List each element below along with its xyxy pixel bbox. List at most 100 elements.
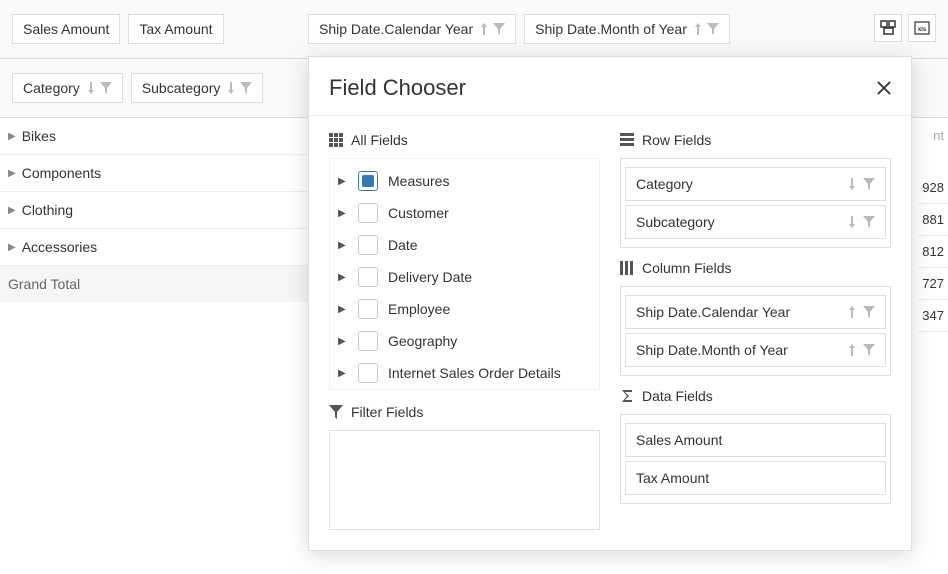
data-fields-dropzone[interactable]: Sales Amount Tax Amount	[620, 414, 891, 504]
row-chip-category[interactable]: Category	[12, 73, 123, 103]
expand-icon[interactable]: ▶	[8, 242, 16, 253]
row-header-item[interactable]: ▶Bikes	[0, 118, 308, 155]
row-header-item[interactable]: ▶Components	[0, 155, 308, 192]
tree-item[interactable]: ▶ Delivery Date	[334, 261, 595, 293]
popup-title: Field Chooser	[329, 75, 466, 101]
field-item[interactable]: Category	[625, 167, 886, 201]
checkbox[interactable]	[358, 235, 378, 255]
field-item-label: Ship Date.Calendar Year	[636, 304, 790, 320]
sort-desc-icon	[86, 82, 96, 94]
sort-asc-icon	[847, 306, 857, 318]
field-item[interactable]: Subcategory	[625, 205, 886, 239]
tree-item-label: Geography	[388, 333, 457, 349]
sort-desc-icon	[847, 178, 857, 190]
field-item[interactable]: Tax Amount	[625, 461, 886, 495]
row-fields-section: Row Fields CategorySubcategory	[620, 132, 891, 248]
expand-icon[interactable]: ▶	[8, 168, 16, 179]
section-label: Filter Fields	[351, 404, 423, 420]
all-fields-section: All Fields ▶Measures▶Customer▶Date▶Deliv…	[329, 132, 600, 390]
grand-total-row: Grand Total	[0, 266, 308, 302]
filter-fields-dropzone[interactable]	[329, 430, 600, 530]
grid-icon	[329, 133, 343, 147]
data-chip-sales[interactable]: Sales Amount	[12, 14, 120, 44]
section-label: Column Fields	[642, 260, 731, 276]
checkbox[interactable]	[358, 331, 378, 351]
filter-icon	[863, 344, 875, 356]
data-chip-tax[interactable]: Tax Amount	[128, 14, 223, 44]
filter-icon	[707, 23, 719, 35]
filter-icon	[100, 82, 112, 94]
checkbox[interactable]	[358, 171, 378, 191]
expand-icon[interactable]: ▶	[338, 336, 348, 347]
filter-icon	[329, 405, 343, 419]
close-button[interactable]	[877, 81, 891, 95]
field-chooser-popup: Field Chooser All Fields ▶Measures▶Custo…	[308, 56, 912, 551]
tree-item[interactable]: ▶Date	[334, 229, 595, 261]
tree-item-label: Internet Sales Order Details	[388, 365, 561, 381]
expand-icon[interactable]: ▶	[338, 272, 348, 283]
checkbox[interactable]	[358, 363, 378, 383]
expand-icon[interactable]: ▶	[8, 131, 16, 142]
visible-data-column: 928 881 812 727 347	[918, 172, 948, 332]
checkbox[interactable]	[358, 203, 378, 223]
column-chip-month[interactable]: Ship Date.Month of Year	[524, 14, 730, 44]
field-item-label: Sales Amount	[636, 432, 722, 448]
field-item[interactable]: Ship Date.Calendar Year	[625, 295, 886, 329]
data-fields-section: Data Fields Sales Amount Tax Amount	[620, 388, 891, 504]
checkbox[interactable]	[358, 299, 378, 319]
data-cell: 347	[918, 300, 948, 332]
expand-icon[interactable]: ▶	[338, 208, 348, 219]
expand-icon[interactable]: ▶	[338, 368, 348, 379]
sort-asc-icon	[479, 23, 489, 35]
checkbox[interactable]	[358, 267, 378, 287]
tree-item[interactable]: ▶ Geography	[334, 325, 595, 357]
row-header-item[interactable]: ▶Clothing	[0, 192, 308, 229]
sort-asc-icon	[847, 344, 857, 356]
section-label: Data Fields	[642, 388, 713, 404]
tree-item-label: Delivery Date	[388, 269, 472, 285]
close-icon	[877, 81, 891, 95]
section-label: All Fields	[351, 132, 408, 148]
row-header-item[interactable]: ▶Accessories	[0, 229, 308, 266]
filter-icon	[240, 82, 252, 94]
filter-icon	[863, 306, 875, 318]
tree-item[interactable]: ▶ Customer	[334, 197, 595, 229]
row-chip-subcategory[interactable]: Subcategory	[131, 73, 264, 103]
filter-icon	[863, 216, 875, 228]
tree-item[interactable]: ▶ Internet Sales Order Details	[334, 357, 595, 389]
columns-icon	[620, 261, 634, 275]
data-fields-area[interactable]: Sales Amount Tax Amount	[12, 14, 308, 44]
expand-icon[interactable]: ▶	[338, 176, 348, 187]
field-item[interactable]: Sales Amount	[625, 423, 886, 457]
tree-item[interactable]: ▶ Employee	[334, 293, 595, 325]
filter-icon	[863, 178, 875, 190]
data-cell: 812	[918, 236, 948, 268]
expand-icon[interactable]: ▶	[8, 205, 16, 216]
column-fields-area[interactable]: Ship Date.Calendar Year Ship Date.Month …	[308, 14, 936, 44]
expand-icon[interactable]: ▶	[338, 240, 348, 251]
tree-item[interactable]: ▶Measures	[334, 165, 595, 197]
column-fields-dropzone[interactable]: Ship Date.Calendar Year Ship Date.Month o…	[620, 286, 891, 376]
field-item-label: Ship Date.Month of Year	[636, 342, 788, 358]
row-fields-area[interactable]: Category Subcategory	[12, 73, 308, 103]
all-fields-tree[interactable]: ▶Measures▶Customer▶Date▶Delivery Date▶Em…	[329, 158, 600, 390]
row-fields-dropzone[interactable]: Category Subcategory	[620, 158, 891, 248]
field-item[interactable]: Ship Date.Month of Year	[625, 333, 886, 367]
sort-desc-icon	[847, 216, 857, 228]
tree-item-label: Customer	[388, 205, 449, 221]
layout-icon	[880, 20, 896, 36]
sigma-icon	[620, 389, 634, 403]
tree-item-label: Employee	[388, 301, 450, 317]
expand-icon[interactable]: ▶	[338, 304, 348, 315]
data-cell: 928	[918, 172, 948, 204]
export-xls-icon: xls	[914, 20, 930, 36]
rows-icon	[620, 133, 634, 147]
sort-desc-icon	[226, 82, 236, 94]
field-item-label: Category	[636, 176, 693, 192]
column-fields-section: Column Fields Ship Date.Calendar YearShi…	[620, 260, 891, 376]
export-button[interactable]: xls	[908, 14, 936, 42]
filter-fields-section: Filter Fields	[329, 404, 600, 530]
column-chip-year[interactable]: Ship Date.Calendar Year	[308, 14, 516, 44]
sort-asc-icon	[693, 23, 703, 35]
field-chooser-button[interactable]	[874, 14, 902, 42]
